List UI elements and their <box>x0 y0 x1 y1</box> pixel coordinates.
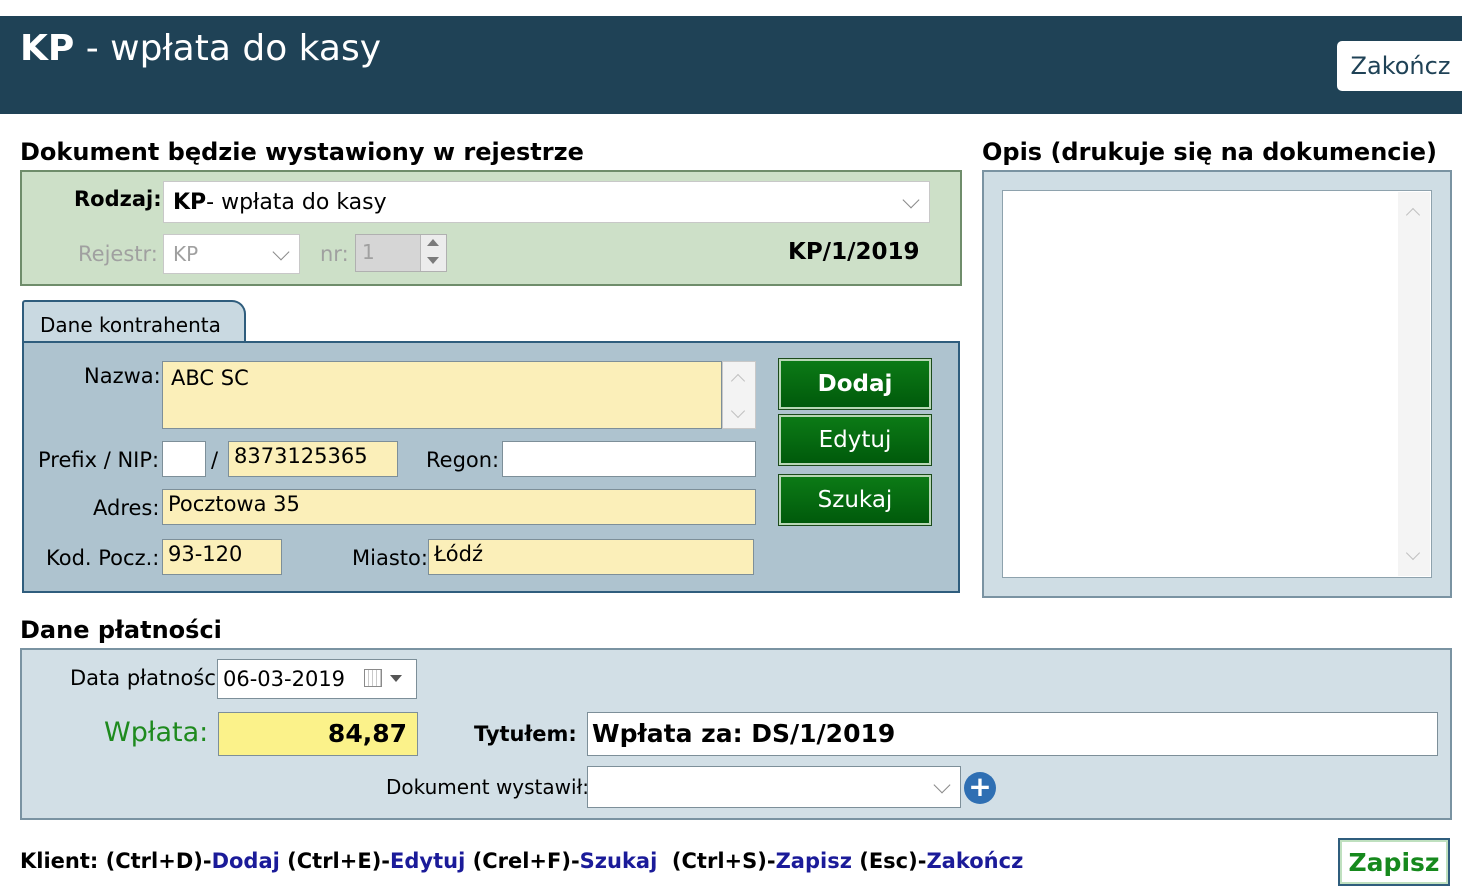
register-select-value: KP <box>173 242 199 266</box>
type-label: Rodzaj: <box>74 187 162 211</box>
issuer-label: Dokument wystawił: <box>386 775 589 799</box>
number-stepper[interactable]: 1 <box>355 234 447 272</box>
payment-title-field[interactable]: Wpłata za: DS/1/2019 <box>587 712 1438 756</box>
name-scrollbar[interactable] <box>722 361 756 429</box>
description-section-title: Opis (drukuje się na dokumencie) <box>982 138 1437 166</box>
type-select[interactable]: KP - wpłata do kasy <box>163 181 930 223</box>
chevron-down-icon <box>933 776 951 794</box>
chevron-down-icon <box>272 243 290 261</box>
amount-label: Wpłata: <box>104 717 209 748</box>
payment-title-label: Tytułem: <box>474 722 577 746</box>
shortcut-add-link[interactable]: Dodaj <box>212 849 280 873</box>
chevron-down-icon <box>902 191 920 209</box>
add-contractor-button[interactable]: Dodaj <box>779 359 931 409</box>
name-field[interactable]: ABC SC <box>162 361 722 429</box>
window-title: KP - wpłata do kasy <box>20 28 381 69</box>
register-label: Rejestr: <box>78 242 158 266</box>
shortcut-key-close: (Esc)- <box>851 849 927 873</box>
postcode-label: Kod. Pocz.: <box>46 546 160 570</box>
shortcut-key-search: (Crel+F)- <box>465 849 580 873</box>
nip-field[interactable]: 8373125365 <box>228 441 398 477</box>
save-button[interactable]: Zapisz <box>1338 838 1450 886</box>
document-number: KP/1/2019 <box>788 239 920 265</box>
number-value: 1 <box>362 240 375 264</box>
address-label: Adres: <box>93 496 160 520</box>
shortcut-close-link[interactable]: Zakończ <box>926 849 1023 873</box>
stepper-arrows[interactable] <box>420 235 446 271</box>
search-contractor-button[interactable]: Szukaj <box>779 475 931 525</box>
payment-date-label: Data płatności: <box>70 666 229 690</box>
type-select-text: - wpłata do kasy <box>206 189 387 215</box>
amount-field[interactable]: 84,87 <box>218 712 418 756</box>
regon-field[interactable] <box>502 441 756 477</box>
tab-contractor[interactable]: Dane kontrahenta <box>22 300 246 344</box>
stepper-down-icon[interactable] <box>427 257 439 264</box>
close-button[interactable]: Zakończ <box>1337 41 1462 91</box>
shortcut-key-add: (Ctrl+D)- <box>105 849 212 873</box>
scroll-down-icon[interactable] <box>1405 545 1421 561</box>
window-title-text: - wpłata do kasy <box>74 28 382 69</box>
payment-section-title: Dane płatności <box>20 616 222 644</box>
register-select[interactable]: KP <box>163 234 300 274</box>
scroll-up-icon[interactable] <box>730 373 746 389</box>
shortcut-key-edit: (Ctrl+E)- <box>279 849 391 873</box>
shortcut-edit-link[interactable]: Edytuj <box>390 849 465 873</box>
shortcut-prefix: Klient: <box>20 849 106 873</box>
postcode-field[interactable]: 93-120 <box>162 539 282 575</box>
register-section-title: Dokument będzie wystawiony w rejestrze <box>20 138 584 166</box>
calendar-icon[interactable] <box>364 669 382 687</box>
type-select-code: KP <box>173 189 207 215</box>
edit-contractor-button[interactable]: Edytuj <box>779 415 931 465</box>
address-field[interactable]: Pocztowa 35 <box>162 489 756 525</box>
city-label: Miasto: <box>352 546 428 570</box>
payment-date-field[interactable]: 06-03-2019 <box>217 659 417 699</box>
number-label: nr: <box>320 242 349 266</box>
name-label: Nazwa: <box>84 364 161 388</box>
city-field[interactable]: Łódź <box>428 539 754 575</box>
stepper-up-icon[interactable] <box>427 239 439 246</box>
scroll-down-icon[interactable] <box>730 403 746 419</box>
shortcut-key-save: (Ctrl+S)- <box>657 849 776 873</box>
shortcut-help: Klient: (Ctrl+D)-Dodaj (Ctrl+E)-Edytuj (… <box>20 849 1023 873</box>
nip-prefix-field[interactable] <box>162 441 206 477</box>
description-textarea[interactable] <box>1002 190 1432 578</box>
nip-separator: / <box>211 448 219 472</box>
issuer-select[interactable] <box>587 766 961 808</box>
scroll-up-icon[interactable] <box>1405 207 1421 223</box>
regon-label: Regon: <box>426 448 500 472</box>
nip-label: Prefix / NIP: <box>38 448 160 472</box>
plus-circle-icon[interactable]: + <box>964 772 996 804</box>
window-title-code: KP <box>20 28 75 69</box>
payment-date-value: 06-03-2019 <box>223 667 346 691</box>
shortcut-search-link[interactable]: Szukaj <box>580 849 658 873</box>
date-dropdown-icon[interactable] <box>390 675 402 682</box>
shortcut-save-link[interactable]: Zapisz <box>776 849 852 873</box>
description-scrollbar[interactable] <box>1398 192 1430 576</box>
